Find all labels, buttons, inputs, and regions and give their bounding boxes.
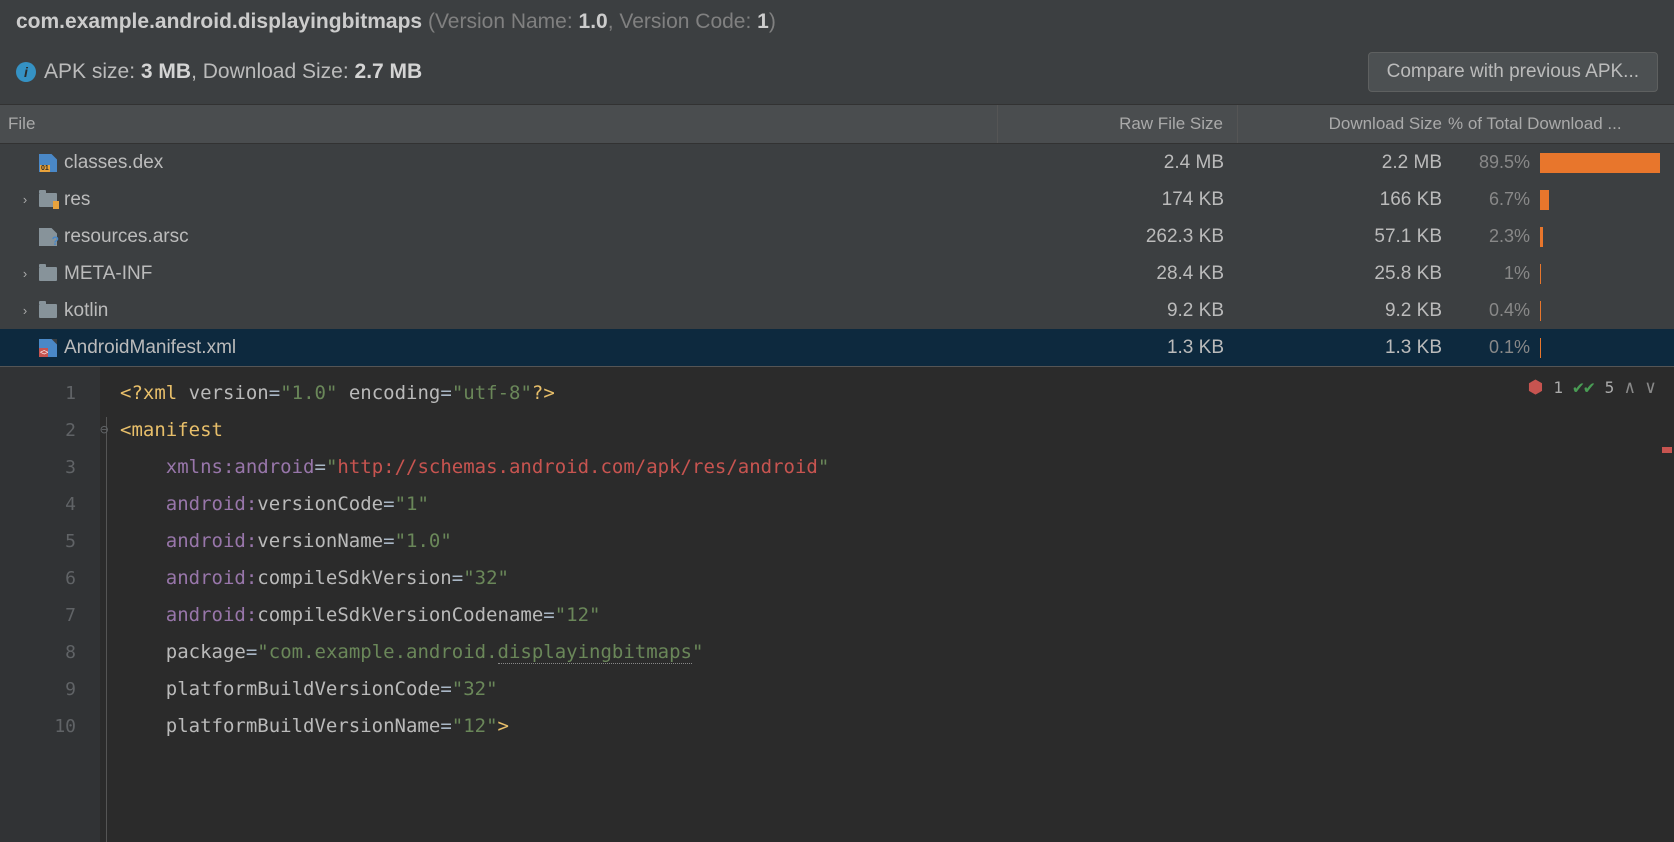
table-row[interactable]: › META-INF 28.4 KB25.8 KB1% <box>0 255 1674 292</box>
table-row[interactable]: resources.arsc 262.3 KB57.1 KB2.3% <box>0 218 1674 255</box>
raw-size: 174 KB <box>998 189 1238 211</box>
pct-cell: 89.5% <box>1448 152 1674 173</box>
download-size: 2.2 MB <box>1238 152 1448 174</box>
pct-cell: 0.1% <box>1448 337 1674 358</box>
file-name: kotlin <box>64 300 108 322</box>
next-highlight-icon[interactable]: ∨ <box>1645 377 1656 398</box>
table-row[interactable]: › res 174 KB166 KB6.7% <box>0 181 1674 218</box>
fold-toggle[interactable]: ⊖ <box>100 375 114 449</box>
table-row[interactable]: AndroidManifest.xml1.3 KB1.3 KB0.1% <box>0 329 1674 366</box>
code-editor[interactable]: 12345678910 ⊖ <?xml version="1.0" encodi… <box>0 366 1674 842</box>
dex-file-icon <box>38 153 58 173</box>
xml-file-icon <box>38 338 58 358</box>
error-stripe[interactable] <box>1662 447 1672 453</box>
pct-cell: 0.4% <box>1448 300 1674 321</box>
expand-chevron-icon[interactable]: › <box>18 303 32 318</box>
line-gutter: 12345678910 <box>0 367 100 842</box>
info-icon: i <box>16 62 36 82</box>
prev-highlight-icon[interactable]: ∧ <box>1624 377 1635 398</box>
pct-cell: 2.3% <box>1448 226 1674 247</box>
table-row[interactable]: classes.dex 2.4 MB2.2 MB89.5% <box>0 144 1674 181</box>
error-count: 1 <box>1553 378 1563 397</box>
raw-size: 28.4 KB <box>998 263 1238 285</box>
expand-chevron-icon[interactable]: › <box>18 266 32 281</box>
raw-size: 9.2 KB <box>998 300 1238 322</box>
raw-size: 1.3 KB <box>998 337 1238 359</box>
file-name: resources.arsc <box>64 226 189 248</box>
warning-count: 5 <box>1605 378 1615 397</box>
table-row[interactable]: ›kotlin9.2 KB9.2 KB0.4% <box>0 292 1674 329</box>
col-file[interactable]: File <box>0 105 998 143</box>
raw-size: 2.4 MB <box>998 152 1238 174</box>
size-line: i APK size: 3 MB, Download Size: 2.7 MB <box>16 60 422 84</box>
file-table-header: File Raw File Size Download Size % of To… <box>0 104 1674 144</box>
compare-apk-button[interactable]: Compare with previous APK... <box>1368 52 1658 92</box>
fold-guide <box>106 417 107 842</box>
download-size: 25.8 KB <box>1238 263 1448 285</box>
pct-cell: 1% <box>1448 263 1674 284</box>
inspection-widget[interactable]: ⬢ 1 ✔✔ 5 ∧ ∨ <box>1528 377 1656 398</box>
download-size: 9.2 KB <box>1238 300 1448 322</box>
folder-icon <box>38 190 58 210</box>
arsc-file-icon <box>38 227 58 247</box>
folder-icon <box>38 264 58 284</box>
apk-header: com.example.android.displayingbitmaps (V… <box>0 0 1674 104</box>
error-icon: ⬢ <box>1528 377 1544 398</box>
file-name: META-INF <box>64 263 152 285</box>
pct-cell: 6.7% <box>1448 189 1674 210</box>
code-content[interactable]: <?xml version="1.0" encoding="utf-8"?><m… <box>100 367 1674 842</box>
file-name: AndroidManifest.xml <box>64 337 236 359</box>
folder-icon <box>38 301 58 321</box>
download-size: 166 KB <box>1238 189 1448 211</box>
file-name: classes.dex <box>64 152 163 174</box>
expand-chevron-icon[interactable]: › <box>18 192 32 207</box>
file-table-body: classes.dex 2.4 MB2.2 MB89.5% › res 174 KB16… <box>0 144 1674 366</box>
col-raw-size[interactable]: Raw File Size <box>998 105 1238 143</box>
package-name: com.example.android.displayingbitmaps <box>16 10 422 33</box>
package-line: com.example.android.displayingbitmaps (V… <box>16 10 1658 34</box>
file-name: res <box>64 189 90 211</box>
warning-icon: ✔✔ <box>1573 377 1595 398</box>
col-download-size[interactable]: Download Size <box>1238 105 1448 143</box>
raw-size: 262.3 KB <box>998 226 1238 248</box>
col-pct[interactable]: % of Total Download ... <box>1448 105 1674 143</box>
download-size: 1.3 KB <box>1238 337 1448 359</box>
download-size: 57.1 KB <box>1238 226 1448 248</box>
